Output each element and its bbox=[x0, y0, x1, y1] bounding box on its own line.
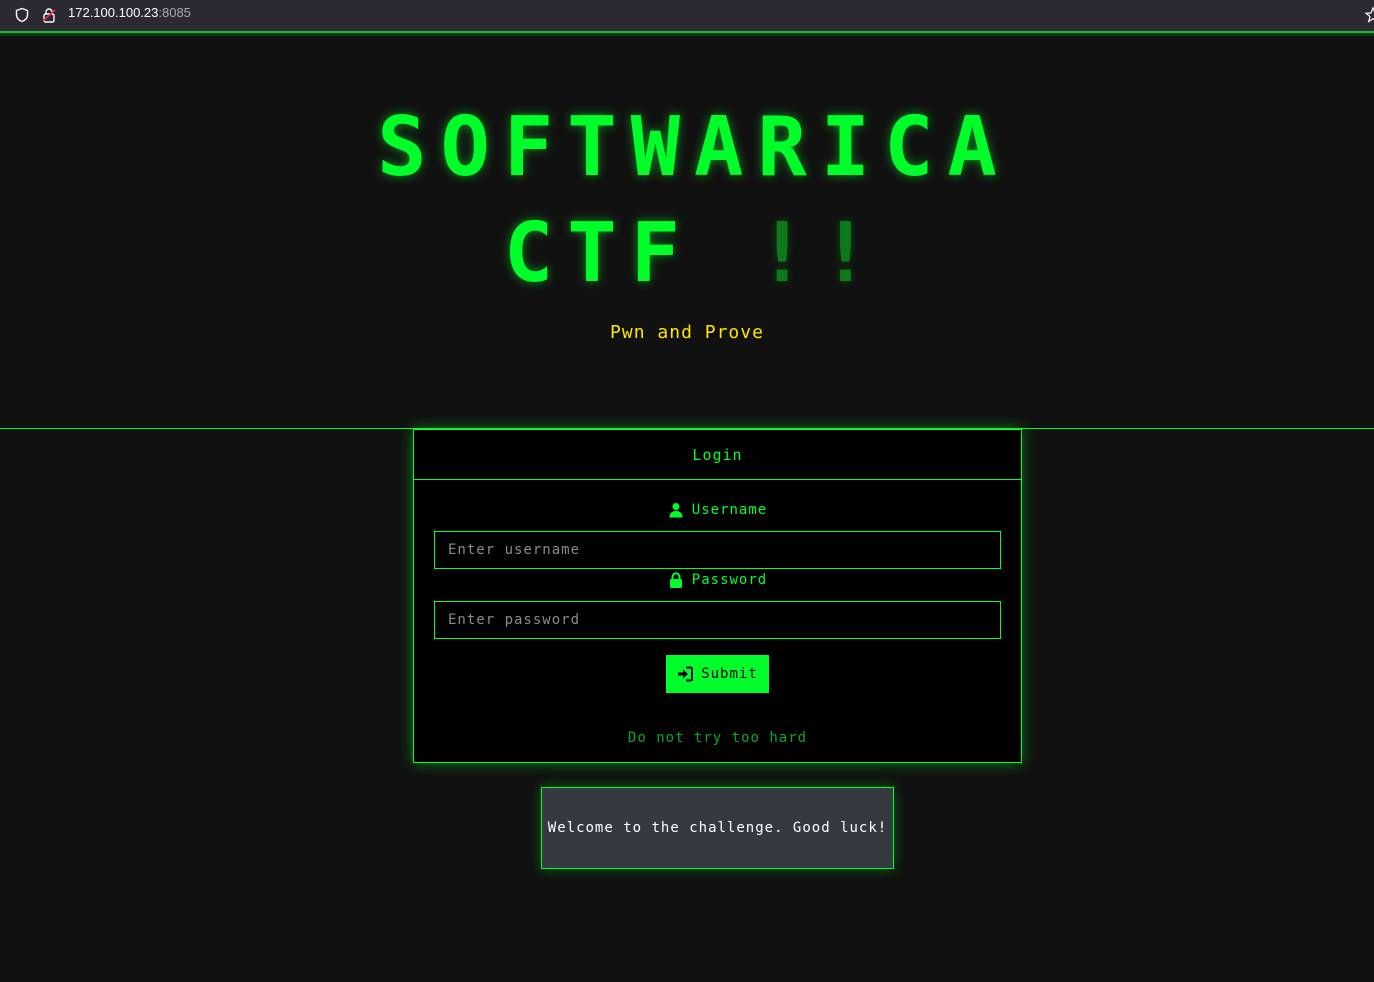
url-text[interactable]: 172.100.100.23:8085 bbox=[68, 5, 191, 20]
insecure-lock-icon[interactable] bbox=[40, 6, 58, 24]
url-port: :8085 bbox=[158, 5, 191, 20]
username-label-text: Username bbox=[691, 502, 768, 518]
password-input[interactable] bbox=[434, 601, 1001, 639]
user-icon bbox=[668, 502, 684, 518]
login-heading: Login bbox=[692, 445, 743, 464]
password-label-text: Password bbox=[691, 572, 768, 588]
tagline: Pwn and Prove bbox=[610, 322, 764, 343]
url-host: 172.100.100.23 bbox=[68, 5, 159, 20]
site-title-line1: SOFTWARICA bbox=[377, 100, 1011, 195]
username-input[interactable] bbox=[434, 531, 1001, 569]
submit-label: Submit bbox=[701, 666, 758, 682]
shield-icon[interactable] bbox=[13, 6, 31, 24]
welcome-message-box: Welcome to the challenge. Good luck! bbox=[541, 787, 894, 869]
password-label: Password bbox=[414, 572, 1021, 588]
site-title-ctf: CTF bbox=[503, 206, 694, 301]
browser-divider bbox=[0, 33, 1374, 36]
browser-url-bar[interactable]: 172.100.100.23:8085 bbox=[0, 0, 1374, 33]
submit-button[interactable]: Submit bbox=[666, 655, 769, 693]
login-hint: Do not try too hard bbox=[627, 730, 808, 746]
site-title-bang: !! bbox=[757, 206, 885, 301]
welcome-message-text: Welcome to the challenge. Good luck! bbox=[547, 820, 888, 836]
site-title-line2: CTF !! bbox=[0, 206, 1374, 302]
bookmark-star-icon[interactable] bbox=[1364, 6, 1374, 24]
login-card-header: Login bbox=[414, 430, 1021, 480]
sign-in-icon bbox=[677, 666, 694, 682]
lock-icon bbox=[668, 572, 684, 588]
login-card: Login Username Password Submit Do not tr… bbox=[413, 429, 1022, 763]
username-label: Username bbox=[414, 502, 1021, 518]
